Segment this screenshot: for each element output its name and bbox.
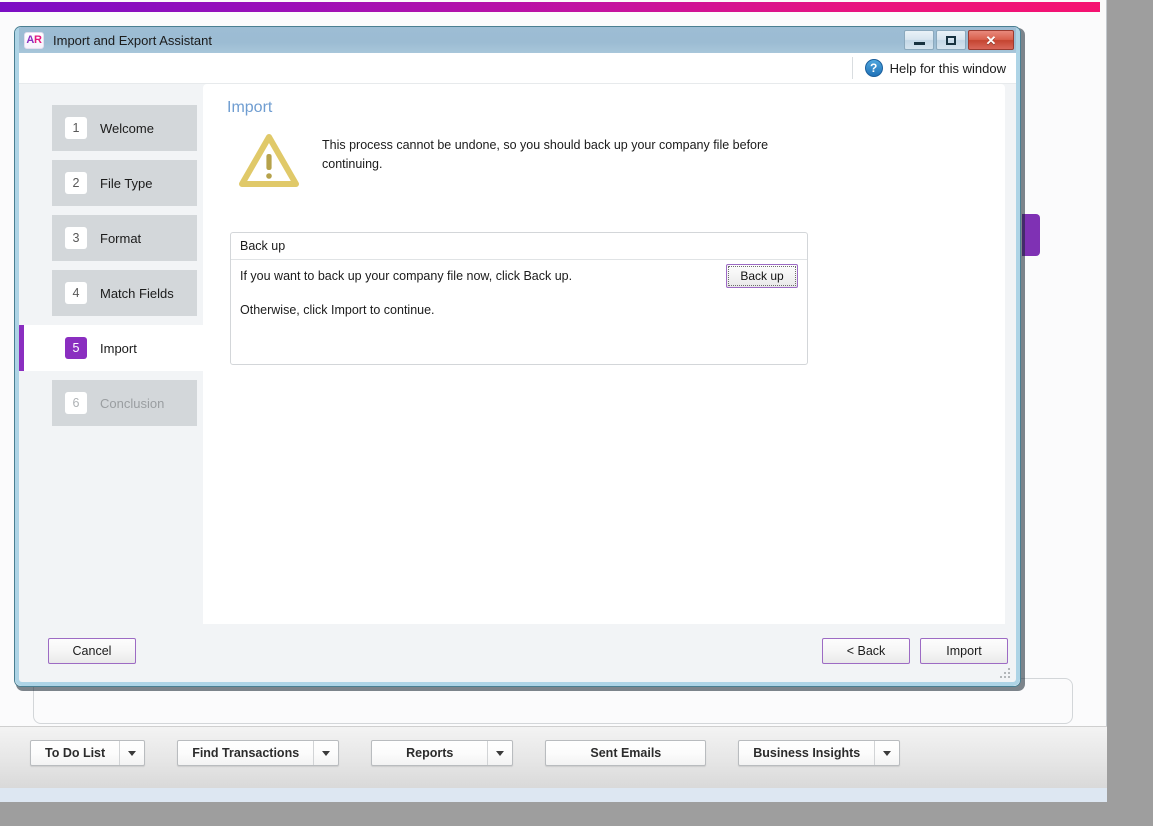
back-up-button-label: Back up [728,266,796,286]
reports-dropdown[interactable] [487,741,512,765]
main-content-pane: Import This process cannot be undone, so… [203,84,1005,624]
backup-instruction-line-1: If you want to back up your company file… [240,269,573,283]
chevron-down-icon [883,750,892,756]
ar-logo-letter-r: R [34,34,42,46]
back-button[interactable]: < Back [822,638,910,664]
step-number: 3 [65,227,87,249]
help-strip: ? Help for this window [15,53,1020,84]
dialog-titlebar[interactable]: AR Import and Export Assistant ✕ [15,27,1020,53]
find-transactions-label: Find Transactions [192,746,300,760]
ar-logo-letter-a: A [26,34,34,46]
backup-groupbox-title: Back up [240,239,286,253]
reports-label: Reports [406,746,454,760]
warning-text: This process cannot be undone, so you sh… [322,138,769,171]
sidebar-item-import[interactable]: 5 Import [19,325,203,371]
resize-grip[interactable] [998,666,1010,678]
dialog-content: 1 Welcome 2 File Type 3 Format 4 Match F… [19,84,1016,682]
step-label: Welcome [100,120,154,136]
to-do-list-button[interactable]: To Do List [30,740,146,766]
window-controls: ✕ [904,30,1014,50]
business-insights-dropdown[interactable] [874,741,899,765]
step-label: File Type [100,175,153,191]
backup-groupbox: Back up If you want to back up your comp… [230,232,808,365]
brand-gradient-bar [0,2,1100,12]
step-label: Match Fields [100,285,174,301]
import-export-assistant-dialog: AR Import and Export Assistant ✕ ? Help … [14,26,1021,687]
warning-row: This process cannot be undone, so you sh… [238,132,965,190]
page-title: Import [227,99,273,116]
app-root: AR Import and Export Assistant ✕ ? Help … [0,0,1153,826]
groupbox-divider [231,259,807,260]
chevron-down-icon [128,750,137,756]
step-number: 2 [65,172,87,194]
step-number: 6 [65,392,87,414]
step-label: Format [100,230,142,246]
step-label: Conclusion [100,395,165,411]
to-do-list-dropdown[interactable] [119,741,144,765]
bottom-status-strip [0,788,1107,802]
help-link-label: Help for this window [889,60,1006,76]
steps-sidebar: 1 Welcome 2 File Type 3 Format 4 Match F… [19,84,203,682]
bottom-toolbar: To Do List Find Transactions Reports Sen… [0,726,1107,788]
sidebar-item-conclusion: 6 Conclusion [52,380,197,426]
maximize-icon [946,35,956,45]
business-insights-label: Business Insights [753,746,861,760]
ar-logo-icon: AR [24,31,44,49]
chevron-down-icon [322,750,331,756]
step-number: 5 [65,337,87,359]
minimize-button[interactable] [904,30,934,50]
sidebar-item-format[interactable]: 3 Format [52,215,197,261]
close-icon: ✕ [985,32,997,48]
business-insights-button[interactable]: Business Insights [738,740,901,766]
back-up-button[interactable]: Back up [726,264,798,288]
sidebar-item-match-fields[interactable]: 4 Match Fields [52,270,197,316]
sent-emails-label: Sent Emails [590,746,662,760]
step-number: 4 [65,282,87,304]
cancel-button[interactable]: Cancel [48,638,136,664]
step-label: Import [100,340,137,356]
sent-emails-button[interactable]: Sent Emails [545,740,707,766]
warning-triangle-icon [238,132,300,190]
backup-instruction-line-2: Otherwise, click Import to continue. [240,303,435,317]
help-for-this-window-link[interactable]: ? Help for this window [851,57,1006,79]
maximize-button[interactable] [936,30,966,50]
dialog-title: Import and Export Assistant [53,32,212,48]
sidebar-item-file-type[interactable]: 2 File Type [52,160,197,206]
application-window: AR Import and Export Assistant ✕ ? Help … [0,0,1107,802]
step-number: 1 [65,117,87,139]
dialog-footer: Cancel < Back Import [19,624,1016,682]
chevron-down-icon [496,750,505,756]
help-question-icon: ? [864,59,883,77]
to-do-list-label: To Do List [45,746,106,760]
find-transactions-dropdown[interactable] [313,741,338,765]
bottom-toolbar-buttons: To Do List Find Transactions Reports Sen… [30,740,901,766]
sidebar-item-welcome[interactable]: 1 Welcome [52,105,197,151]
find-transactions-button[interactable]: Find Transactions [177,740,340,766]
minimize-icon [913,41,925,45]
import-button[interactable]: Import [920,638,1008,664]
close-button[interactable]: ✕ [968,30,1014,50]
reports-button[interactable]: Reports [371,740,514,766]
